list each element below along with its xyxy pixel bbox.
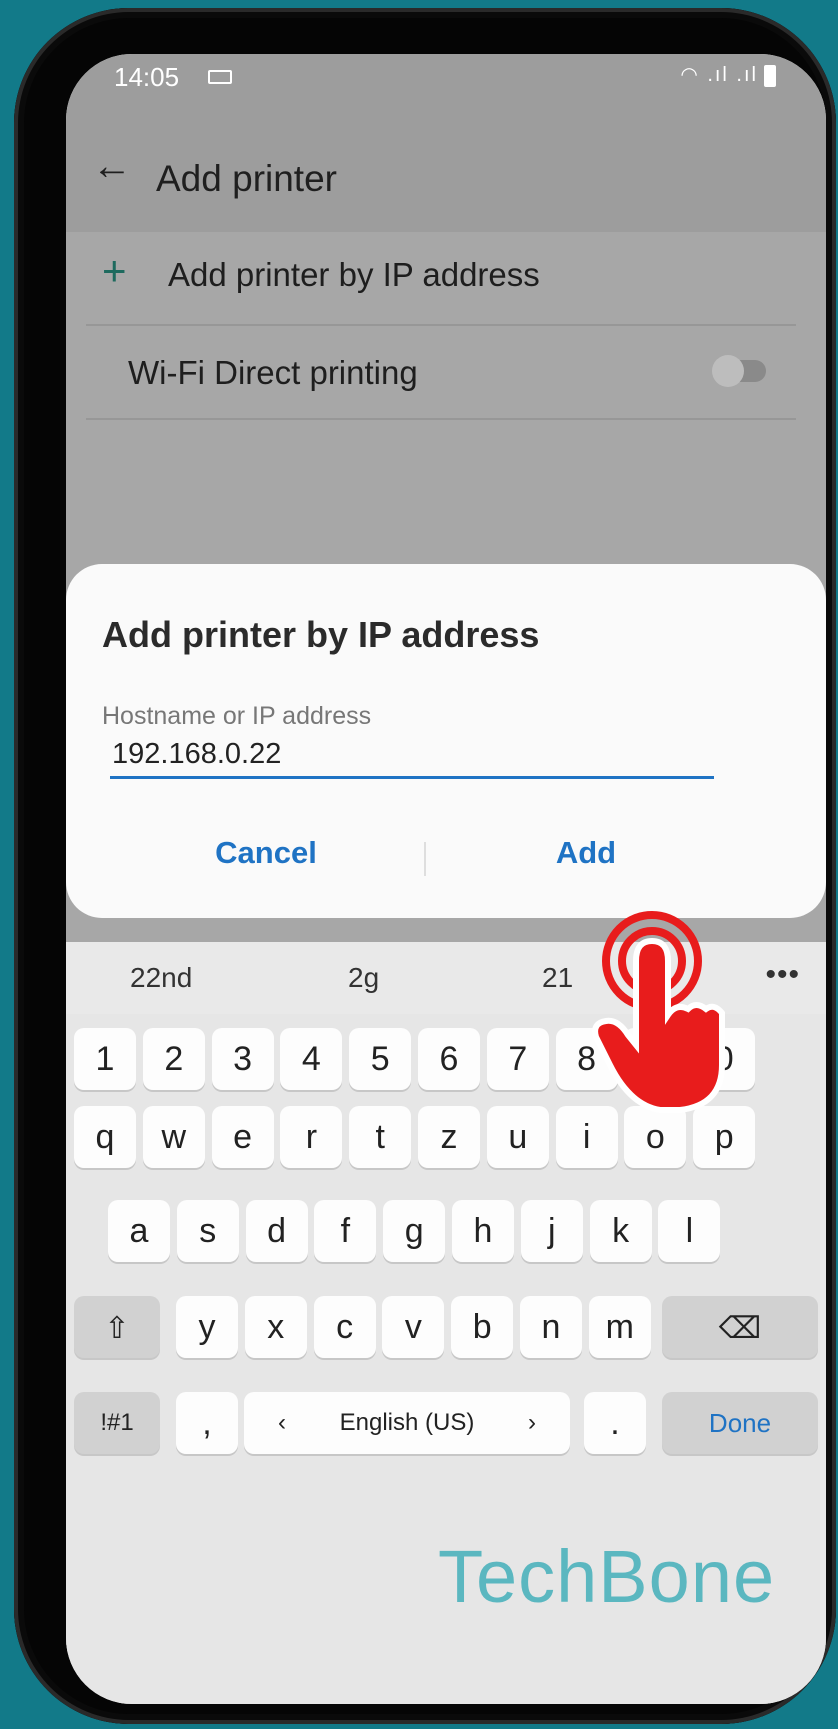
comma-key[interactable]: , <box>176 1392 238 1454</box>
key-1[interactable]: 1 <box>74 1028 136 1090</box>
key-w[interactable]: w <box>142 1106 205 1168</box>
key-m[interactable]: m <box>588 1296 651 1358</box>
phone-screen: 14:05 ◠ .ıl .ıl ← Add printer + Add prin… <box>66 54 826 1704</box>
status-bar: 14:05 ◠ .ıl .ıl <box>66 54 826 94</box>
key-o[interactable]: o <box>624 1106 687 1168</box>
back-arrow-icon[interactable]: ← <box>92 146 132 186</box>
more-options-icon[interactable]: ••• <box>765 958 800 992</box>
key-i[interactable]: i <box>555 1106 618 1168</box>
key-f[interactable]: f <box>314 1200 377 1262</box>
key-z[interactable]: z <box>418 1106 480 1168</box>
key-n[interactable]: n <box>520 1296 582 1358</box>
key-y[interactable]: y <box>176 1296 238 1358</box>
key-g[interactable]: g <box>383 1200 446 1262</box>
language-next-icon: › <box>528 1409 536 1436</box>
key-h[interactable]: h <box>452 1200 514 1262</box>
page-title: Add printer <box>156 158 337 199</box>
key-p[interactable]: p <box>693 1106 756 1168</box>
key-q[interactable]: q <box>74 1106 136 1168</box>
toggle-knob <box>712 355 744 387</box>
key-l[interactable]: l <box>658 1200 721 1262</box>
button-divider <box>424 842 426 876</box>
key-b[interactable]: b <box>451 1296 514 1358</box>
techbone-watermark: TechBone <box>438 1535 776 1618</box>
key-2[interactable]: 2 <box>142 1028 205 1090</box>
language-label: English (US) <box>339 1409 475 1436</box>
key-e[interactable]: e <box>211 1106 274 1168</box>
key-v[interactable]: v <box>382 1296 445 1358</box>
space-language-key[interactable]: ‹ English (US) › <box>244 1392 570 1454</box>
key-7[interactable]: 7 <box>486 1028 549 1090</box>
key-5[interactable]: 5 <box>349 1028 412 1090</box>
suggestion-1[interactable]: 22nd <box>130 962 192 994</box>
status-time: 14:05 <box>114 62 180 92</box>
add-printer-by-ip-label: Add printer by IP address <box>168 256 540 293</box>
battery-icon <box>764 64 776 87</box>
add-printer-by-ip-item[interactable]: + Add printer by IP address <box>86 232 796 326</box>
key-6[interactable]: 6 <box>418 1028 480 1090</box>
key-d[interactable]: d <box>245 1200 308 1262</box>
key-x[interactable]: x <box>244 1296 307 1358</box>
hostname-field-label: Hostname or IP address <box>102 702 372 730</box>
suggestion-3[interactable]: 21 <box>542 962 573 994</box>
pointer-hand <box>592 937 725 1113</box>
plus-icon: + <box>102 247 127 294</box>
shift-icon: ⇧ <box>104 1312 130 1345</box>
key-a[interactable]: a <box>108 1200 170 1262</box>
phone-frame: 14:05 ◠ .ıl .ıl ← Add printer + Add prin… <box>14 8 836 1724</box>
key-c[interactable]: c <box>313 1296 376 1358</box>
signal-icons: ◠ .ıl .ıl <box>680 62 776 87</box>
key-s[interactable]: s <box>176 1200 239 1262</box>
app-bar: ← Add printer <box>66 94 826 232</box>
key-3[interactable]: 3 <box>211 1028 274 1090</box>
wifi-direct-toggle[interactable] <box>712 355 766 387</box>
key-u[interactable]: u <box>486 1106 549 1168</box>
key-t[interactable]: t <box>349 1106 412 1168</box>
add-button[interactable]: Add <box>526 834 646 872</box>
done-key[interactable]: Done <box>662 1392 818 1454</box>
tap-hand-icon <box>592 911 725 1113</box>
wifi-direct-label: Wi-Fi Direct printing <box>128 354 418 391</box>
backspace-icon: ⌫ <box>718 1312 762 1345</box>
key-k[interactable]: k <box>589 1200 652 1262</box>
key-r[interactable]: r <box>280 1106 343 1168</box>
dialog-title: Add printer by IP address <box>102 614 540 655</box>
shift-key[interactable]: ⇧ <box>74 1296 160 1358</box>
cancel-button[interactable]: Cancel <box>196 834 336 872</box>
hostname-input[interactable] <box>110 732 714 779</box>
keyboard-indicator-icon <box>208 70 232 84</box>
add-printer-dialog: Add printer by IP address Hostname or IP… <box>66 564 826 918</box>
language-prev-icon: ‹ <box>278 1409 286 1436</box>
period-key[interactable]: . <box>584 1392 646 1454</box>
wifi-direct-item[interactable]: Wi-Fi Direct printing <box>86 326 796 420</box>
suggestion-2[interactable]: 2g <box>348 962 379 994</box>
backspace-key[interactable]: ⌫ <box>662 1296 818 1358</box>
key-4[interactable]: 4 <box>280 1028 343 1090</box>
key-j[interactable]: j <box>520 1200 583 1262</box>
symbols-key[interactable]: !#1 <box>74 1392 160 1454</box>
